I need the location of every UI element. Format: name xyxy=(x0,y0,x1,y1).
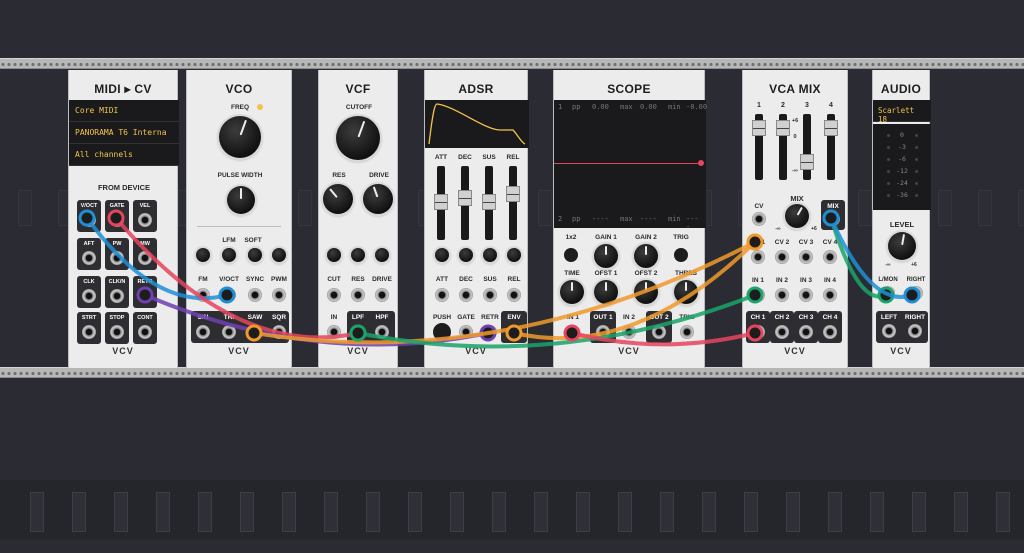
cable-plug[interactable] xyxy=(822,209,840,227)
cable-plug[interactable] xyxy=(245,324,263,342)
patch-cables xyxy=(78,209,921,349)
cable-plug[interactable] xyxy=(136,286,154,304)
cable-plug[interactable] xyxy=(563,324,581,342)
cable-plug[interactable] xyxy=(746,324,764,342)
cable-plug[interactable] xyxy=(746,286,764,304)
patch-cable-orange[interactable] xyxy=(252,240,757,345)
patch-cable-green[interactable] xyxy=(829,216,888,299)
cable-plug[interactable] xyxy=(78,209,96,227)
patch-cable-orange[interactable] xyxy=(512,240,757,341)
patch-cable-red[interactable] xyxy=(114,216,360,340)
cable-plug[interactable] xyxy=(903,286,921,304)
cable-plug[interactable] xyxy=(505,324,523,342)
cable-plug[interactable] xyxy=(349,324,367,342)
patch-cable-blue[interactable] xyxy=(85,216,229,301)
cable-plug[interactable] xyxy=(218,286,236,304)
cable-plug[interactable] xyxy=(107,209,125,227)
cable-plug[interactable] xyxy=(746,233,764,251)
